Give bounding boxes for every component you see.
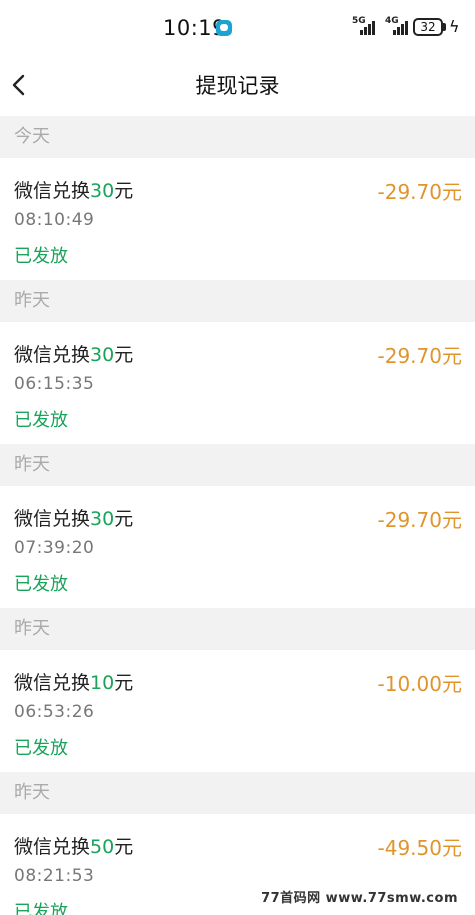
record-title-amount: 50: [90, 836, 115, 858]
date-header: 昨天: [0, 608, 475, 650]
date-header: 昨天: [0, 772, 475, 814]
record-title-amount: 30: [90, 508, 115, 530]
record-item[interactable]: 微信兑换10元 -10.00元 06:53:26 已发放: [0, 650, 475, 772]
record-title-amount: 30: [90, 344, 115, 366]
watermark: 77首码网 www.77smw.com: [258, 886, 461, 907]
record-amount: -29.70元: [377, 344, 462, 368]
record-amount: -10.00元: [377, 672, 462, 696]
withdrawal-record-list: 今天 微信兑换30元 -29.70元 08:10:49 已发放 昨天 微信兑换3…: [0, 116, 475, 915]
record-item[interactable]: 微信兑换30元 -29.70元 06:15:35 已发放: [0, 322, 475, 444]
record-status: 已发放: [14, 246, 68, 267]
record-time: 06:15:35: [14, 374, 95, 394]
date-header: 昨天: [0, 280, 475, 322]
record-title: 微信兑换30元: [14, 508, 134, 530]
message-notification-icon: [216, 20, 232, 36]
record-time: 08:21:53: [14, 866, 95, 886]
battery-tip: [443, 23, 446, 31]
record-amount: -29.70元: [377, 180, 462, 204]
record-title: 微信兑换30元: [14, 180, 134, 202]
record-amount: -29.70元: [377, 508, 462, 532]
record-title-amount: 30: [90, 180, 115, 202]
record-status: 已发放: [14, 574, 68, 595]
record-title-amount: 10: [90, 672, 115, 694]
record-time: 08:10:49: [14, 210, 95, 230]
record-title: 微信兑换10元: [14, 672, 134, 694]
charging-icon: ϟ: [449, 17, 460, 36]
record-time: 06:53:26: [14, 702, 95, 722]
battery-icon: 32: [413, 18, 443, 36]
date-header: 昨天: [0, 444, 475, 486]
record-status: 已发放: [14, 410, 68, 431]
date-header: 今天: [0, 116, 475, 158]
record-amount: -49.50元: [377, 836, 462, 860]
page-title: 提现记录: [195, 74, 280, 98]
record-title: 微信兑换50元: [14, 836, 134, 858]
record-status: 已发放: [14, 738, 68, 759]
record-title: 微信兑换30元: [14, 344, 134, 366]
record-item[interactable]: 微信兑换30元 -29.70元 08:10:49 已发放: [0, 158, 475, 280]
status-bar: 10:19 5G 4G 32 ϟ: [0, 0, 475, 56]
nav-bar: 提现记录: [0, 56, 475, 116]
record-item[interactable]: 微信兑换30元 -29.70元 07:39:20 已发放: [0, 486, 475, 608]
record-time: 07:39:20: [14, 538, 95, 558]
record-status: 已发放: [14, 902, 68, 915]
